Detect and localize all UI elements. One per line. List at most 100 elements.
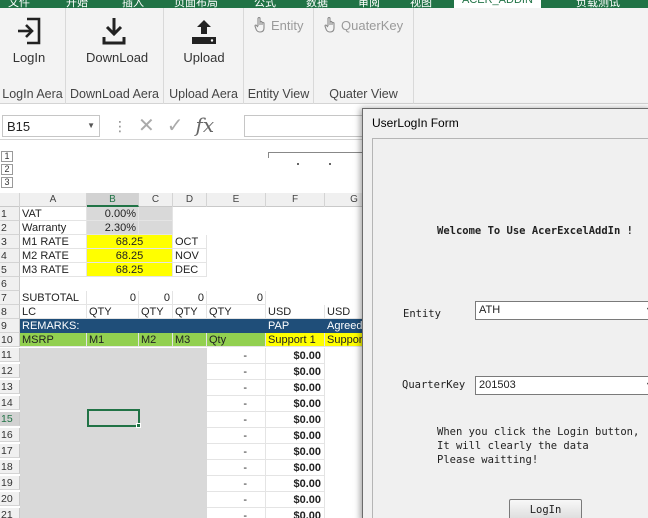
row-header-8[interactable]: 8 — [0, 305, 20, 319]
cell-e13[interactable]: - — [207, 380, 266, 396]
row-header-21[interactable]: 21 — [0, 508, 20, 518]
cell-b10[interactable]: M1 — [87, 333, 139, 347]
cell-a2[interactable]: Warranty — [20, 221, 87, 235]
cell-b8[interactable]: QTY — [87, 305, 139, 319]
enter-check-icon[interactable]: ✓ — [167, 113, 184, 138]
cell-b5[interactable]: 68.25 — [87, 263, 173, 277]
quaterkey-ribbon-button[interactable]: QuaterKey — [324, 14, 403, 36]
cell-d8[interactable]: QTY — [173, 305, 207, 319]
cell-f11[interactable]: $0.00 — [266, 348, 325, 364]
quarterkey-select[interactable]: 201503 ▼ — [475, 376, 648, 395]
column-header-d[interactable]: D — [173, 193, 207, 207]
cell-f12[interactable]: $0.00 — [266, 364, 325, 380]
cell-b4[interactable]: 68.25 — [87, 249, 173, 263]
cell-a10[interactable]: MSRP — [20, 333, 87, 347]
tab-formulas[interactable]: 公式 — [254, 0, 276, 8]
select-all-corner[interactable] — [0, 193, 20, 207]
gray-input-block[interactable] — [20, 348, 207, 518]
column-header-c[interactable]: C — [139, 193, 173, 207]
row-header-20[interactable]: 20 — [0, 492, 20, 506]
column-header-b[interactable]: B — [87, 193, 139, 207]
cell-d3[interactable]: OCT — [173, 235, 207, 249]
tab-acer-addin[interactable]: ACER_ADDIN — [454, 0, 541, 8]
cell-f16[interactable]: $0.00 — [266, 428, 325, 444]
cell-b1[interactable]: 0.00% — [87, 207, 139, 221]
row-header-7[interactable]: 7 — [0, 291, 20, 305]
cell-d7[interactable]: 0 — [173, 291, 207, 305]
active-cell-b15[interactable] — [87, 409, 140, 427]
cell-a3[interactable]: M1 RATE — [20, 235, 87, 249]
tab-review[interactable]: 审阅 — [358, 0, 380, 8]
cell-b7[interactable]: 0 — [87, 291, 139, 305]
cell-d5[interactable]: DEC — [173, 263, 207, 277]
cell-f18[interactable]: $0.00 — [266, 460, 325, 476]
row-header-10[interactable]: 10 — [0, 333, 20, 347]
cell-e12[interactable]: - — [207, 364, 266, 380]
cell-a8[interactable]: LC — [20, 305, 87, 319]
row-header-2[interactable]: 2 — [0, 221, 20, 235]
cell-f8[interactable]: USD — [266, 305, 325, 319]
cell-b2[interactable]: 2.30% — [87, 221, 139, 235]
row-header-13[interactable]: 13 — [0, 380, 20, 394]
cell-e11[interactable]: - — [207, 348, 266, 364]
cell-d10[interactable]: M3 — [173, 333, 207, 347]
cell-f10[interactable]: Support 1 — [266, 333, 325, 347]
tab-file[interactable]: 文件 — [8, 0, 30, 8]
name-box[interactable]: B15 ▼ — [2, 115, 100, 137]
chevron-down-icon[interactable]: ▼ — [87, 121, 95, 130]
cell-e14[interactable]: - — [207, 396, 266, 412]
formula-bar-grip-icon[interactable]: ⋮ — [113, 118, 127, 135]
tab-load-test[interactable]: 负载测试 — [576, 0, 620, 8]
entity-select[interactable]: ATH ▼ — [475, 301, 648, 320]
cell-c7[interactable]: 0 — [139, 291, 173, 305]
cell-d4[interactable]: NOV — [173, 249, 207, 263]
cell-a5[interactable]: M3 RATE — [20, 263, 87, 277]
outline-level-1-button[interactable]: 1 — [1, 151, 13, 162]
cell-a9-remarks[interactable]: REMARKS: — [20, 319, 266, 333]
cell-f13[interactable]: $0.00 — [266, 380, 325, 396]
row-header-14[interactable]: 14 — [0, 396, 20, 410]
cell-f17[interactable]: $0.00 — [266, 444, 325, 460]
row-header-18[interactable]: 18 — [0, 460, 20, 474]
cell-e15[interactable]: - — [207, 412, 266, 428]
cell-a7[interactable]: SUBTOTAL — [20, 291, 87, 305]
cell-a1[interactable]: VAT — [20, 207, 87, 221]
tab-view[interactable]: 视图 — [410, 0, 432, 8]
cell-a4[interactable]: M2 RATE — [20, 249, 87, 263]
cell-e8[interactable]: QTY — [207, 305, 266, 319]
outline-level-3-button[interactable]: 3 — [1, 177, 13, 188]
tab-home[interactable]: 开始 — [66, 0, 88, 8]
cell-f19[interactable]: $0.00 — [266, 476, 325, 492]
cell-e17[interactable]: - — [207, 444, 266, 460]
row-header-9[interactable]: 9 — [0, 319, 20, 333]
fill-handle[interactable] — [136, 423, 141, 428]
row-header-5[interactable]: 5 — [0, 263, 20, 277]
insert-function-icon[interactable]: fx — [196, 113, 215, 137]
cell-c1[interactable] — [139, 207, 173, 221]
cell-e10[interactable]: Qty — [207, 333, 266, 347]
cell-f15[interactable]: $0.00 — [266, 412, 325, 428]
cell-c8[interactable]: QTY — [139, 305, 173, 319]
column-outline-bracket[interactable] — [268, 152, 368, 158]
cell-e19[interactable]: - — [207, 476, 266, 492]
cell-c2[interactable] — [139, 221, 173, 235]
tab-page-layout[interactable]: 页面布局 — [174, 0, 218, 8]
row-header-16[interactable]: 16 — [0, 428, 20, 442]
cancel-icon[interactable]: ✕ — [138, 113, 155, 138]
row-header-11[interactable]: 11 — [0, 348, 20, 362]
cell-c10[interactable]: M2 — [139, 333, 173, 347]
tab-data[interactable]: 数据 — [306, 0, 328, 8]
cell-f20[interactable]: $0.00 — [266, 492, 325, 508]
column-header-f[interactable]: F — [266, 193, 325, 207]
cell-f9[interactable]: PAP — [266, 319, 325, 333]
column-header-a[interactable]: A — [20, 193, 87, 207]
row-header-4[interactable]: 4 — [0, 249, 20, 263]
cell-f14[interactable]: $0.00 — [266, 396, 325, 412]
row-header-12[interactable]: 12 — [0, 364, 20, 378]
login-ribbon-button[interactable]: LogIn — [1, 14, 57, 74]
cell-f21[interactable]: $0.00 — [266, 508, 325, 518]
row-header-3[interactable]: 3 — [0, 235, 20, 249]
outline-level-2-button[interactable]: 2 — [1, 164, 13, 175]
cell-e21[interactable]: - — [207, 508, 266, 518]
cell-e18[interactable]: - — [207, 460, 266, 476]
